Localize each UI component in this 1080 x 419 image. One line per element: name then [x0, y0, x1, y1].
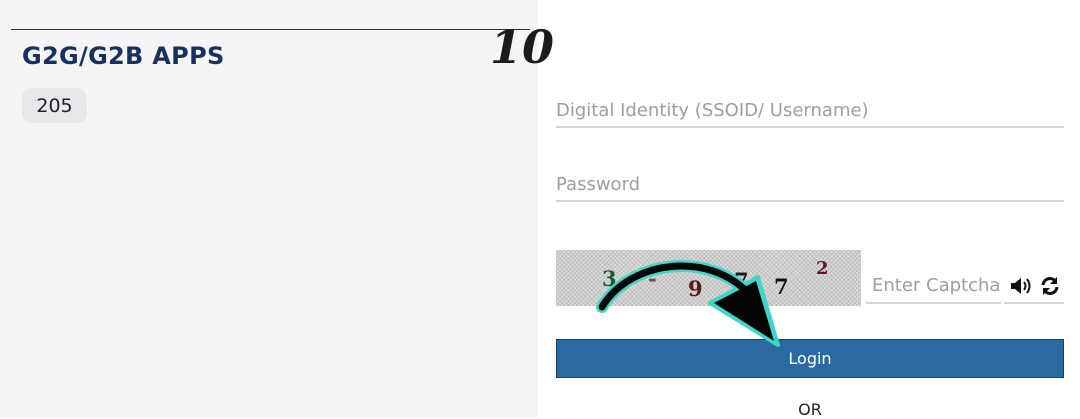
captcha-icons-underline — [1004, 302, 1064, 304]
password-field[interactable] — [556, 168, 1064, 202]
captcha-char: 9 — [688, 276, 703, 301]
ssoid-input[interactable] — [556, 94, 1064, 126]
password-input[interactable] — [556, 168, 1064, 200]
refresh-icon[interactable] — [1037, 273, 1063, 299]
section-divider — [11, 29, 530, 30]
captcha-field[interactable] — [866, 268, 1001, 304]
captcha-image: 3 - 9 7 7 2 — [556, 250, 861, 306]
or-separator: OR — [798, 400, 822, 419]
app-count-badge: 205 — [22, 88, 87, 123]
captcha-char: 3 — [602, 266, 617, 291]
section-title: G2G/G2B APPS — [22, 42, 225, 70]
step-number-annotation: 10 — [490, 20, 555, 74]
left-panel: G2G/G2B APPS 205 — [0, 0, 538, 418]
captcha-input[interactable] — [866, 268, 1001, 302]
speaker-icon[interactable] — [1008, 273, 1034, 299]
captcha-char: 7 — [774, 274, 789, 299]
captcha-char: - — [648, 266, 657, 291]
captcha-char: 2 — [816, 258, 829, 279]
ssoid-field[interactable] — [556, 94, 1064, 128]
login-button[interactable]: Login — [556, 339, 1064, 378]
captcha-char: 7 — [734, 268, 749, 293]
